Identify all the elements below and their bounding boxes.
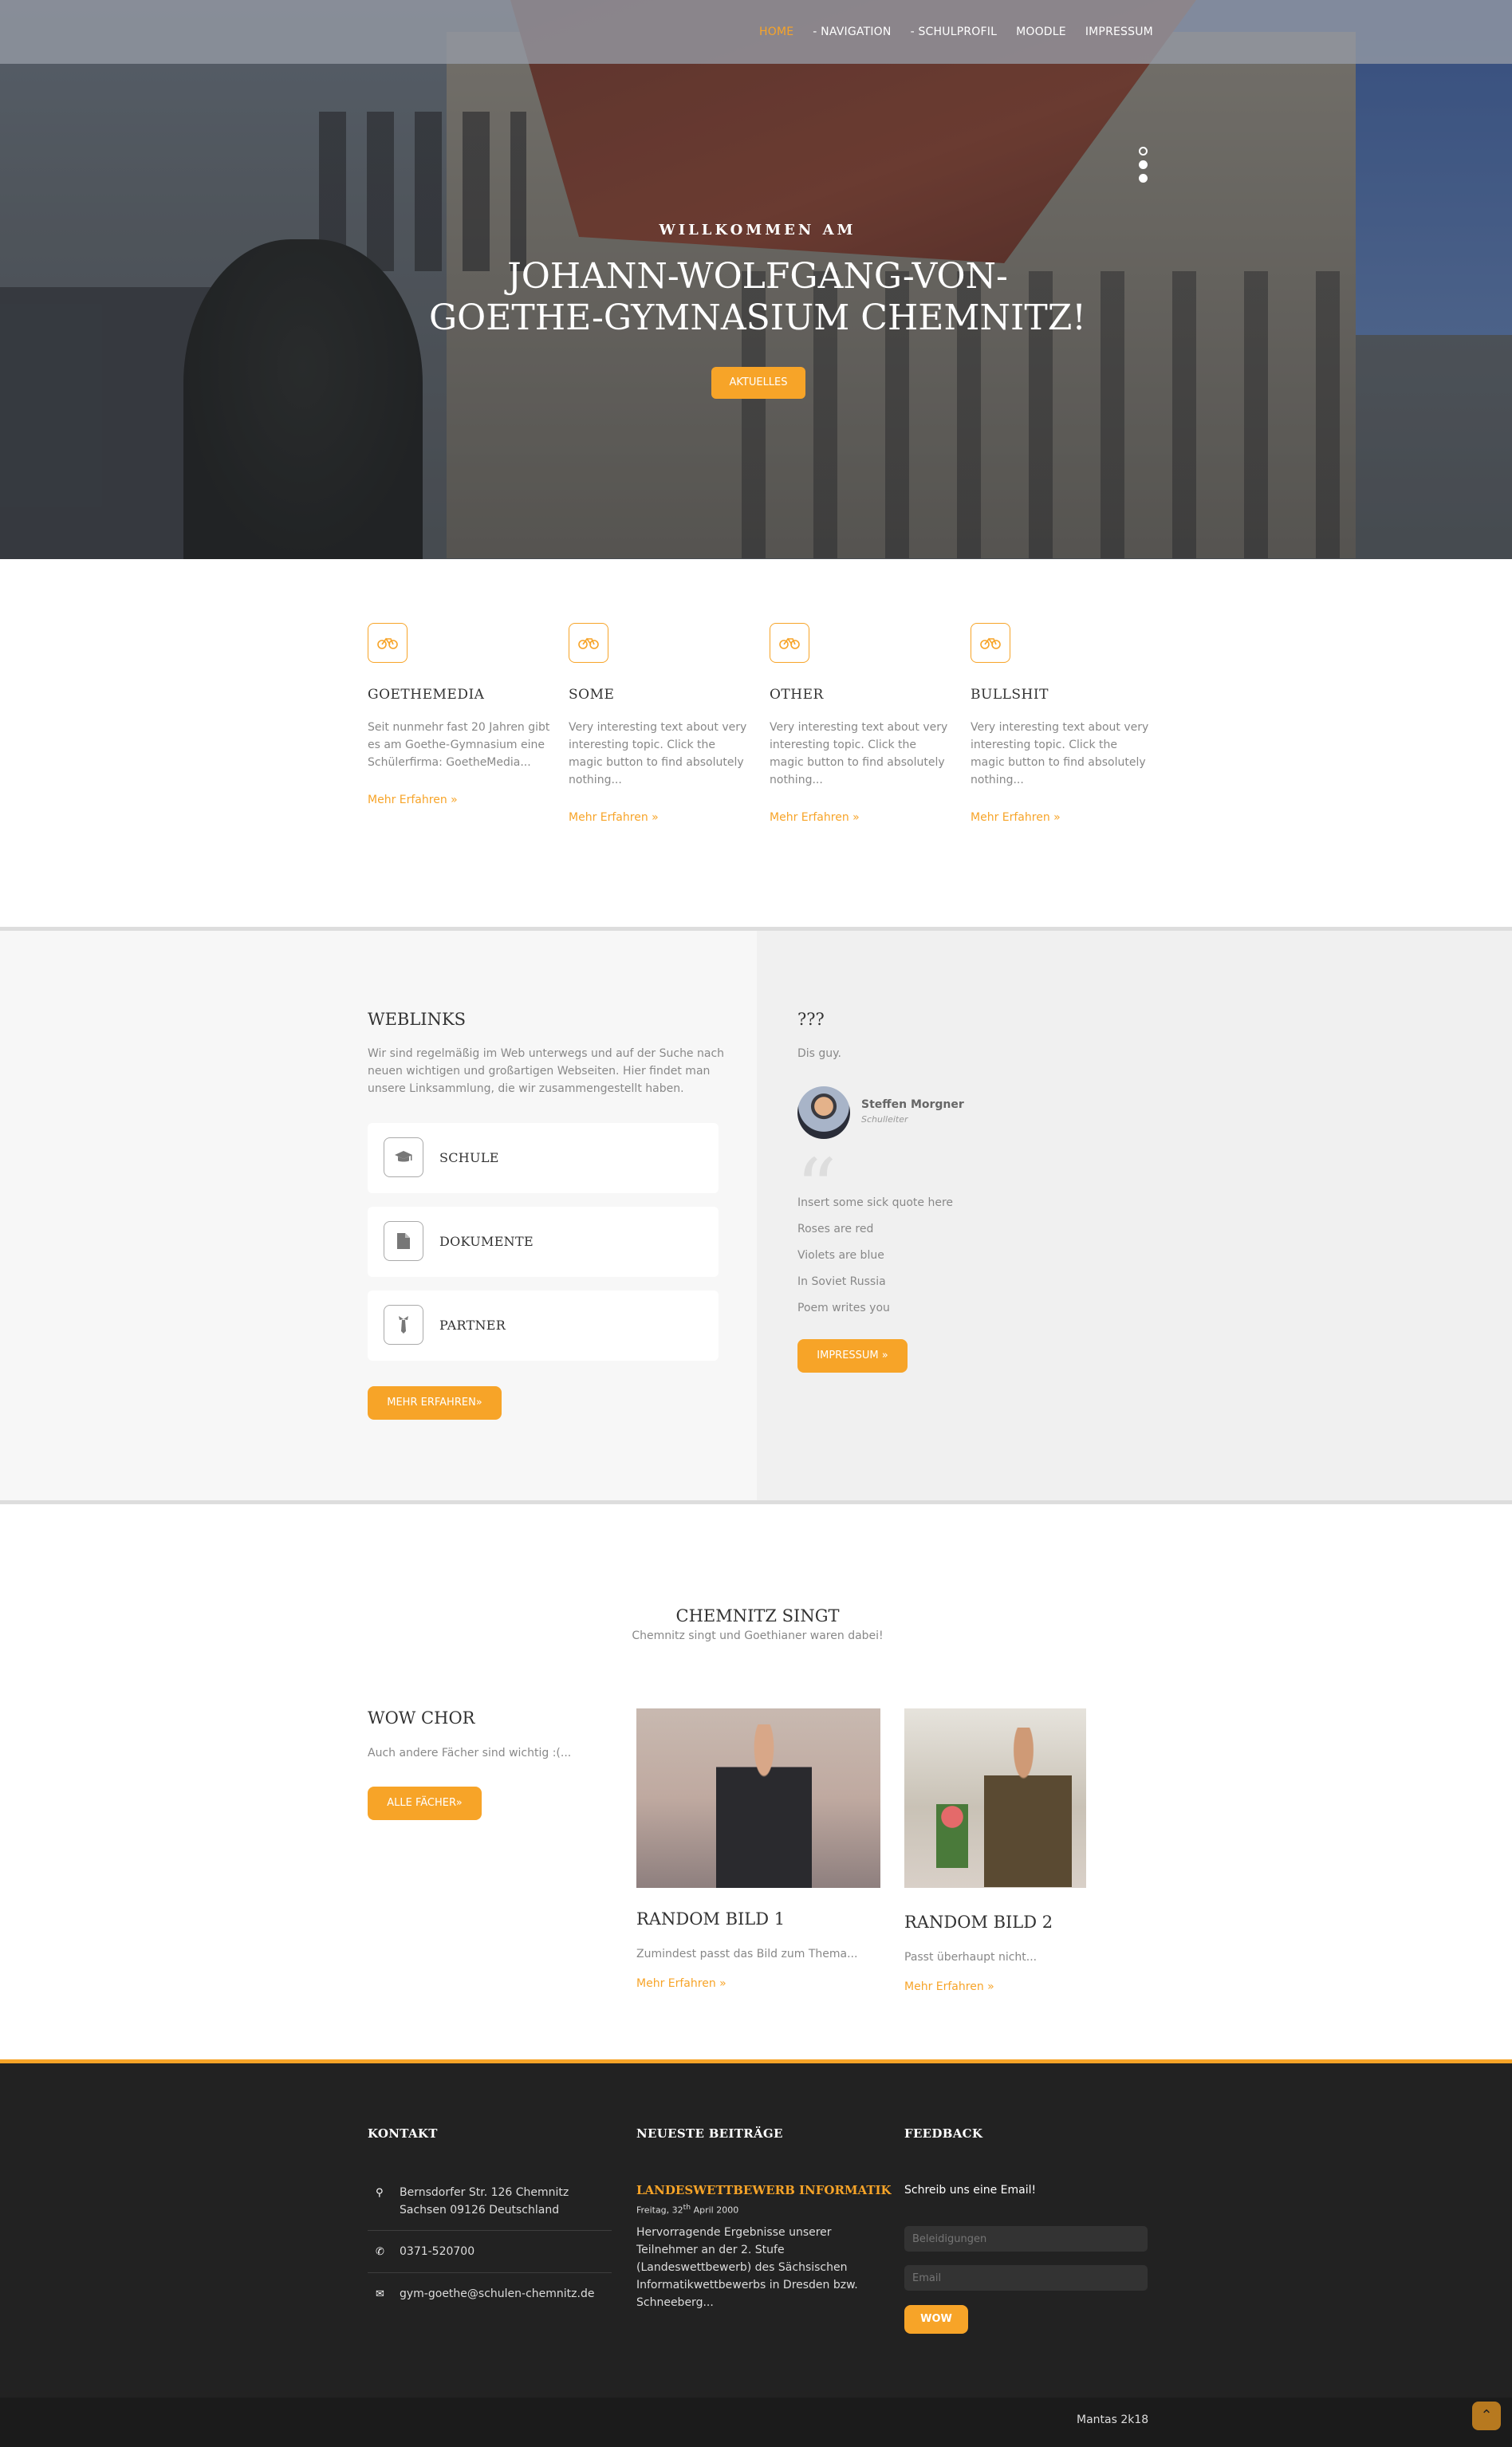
hero-kicker: WILLKOMMEN AM [659,222,856,238]
random-bild-title: RANDOM BILD 1 [636,1909,786,1929]
nav-home[interactable]: HOME [759,26,793,38]
mehr-erfahren-button[interactable]: MEHR ERFAHREN» [368,1386,502,1420]
feature-text: Very interesting text about very interes… [770,721,948,786]
feature-other: OTHER Very interesting text about very i… [770,623,953,824]
hero-section: HOME - NAVIGATION - SCHULPROFIL MOODLE I… [0,0,1512,559]
random-bild-text: Zumindest passt das Bild zum Thema... [636,1948,858,1960]
hero-heading: WILLKOMMEN AM JOHANN-WOLFGANG-VON- GOETH… [0,222,1512,339]
quote-section [757,931,1512,1501]
feature-title: OTHER [770,687,824,703]
feature-link[interactable]: Mehr Erfahren » [971,811,1154,824]
scroll-top-button[interactable]: ⌃ [1472,2402,1501,2430]
feature-title: BULLSHIT [971,687,1049,703]
post-text: Hervorragende Ergebnisse unserer Teilneh… [636,2226,858,2309]
cycle-icon [971,623,1010,663]
news-title: NEUESTE BEITRÄGE [636,2126,783,2141]
bottom-bar [0,2398,1512,2447]
wow-chor-title: WOW CHOR [368,1708,475,1728]
quote-title: ??? [797,1010,825,1029]
avatar [797,1086,850,1139]
feature-title: SOME [569,687,615,703]
random-bild-link[interactable]: Mehr Erfahren » [904,1980,994,1993]
link-label: DOKUMENTE [439,1234,534,1249]
section-divider [0,1500,1512,1504]
quote-mark-icon: “ [796,1141,837,1235]
feature-some: SOME Very interesting text about very in… [569,623,752,824]
email-input[interactable] [904,2265,1148,2291]
insults-input[interactable] [904,2226,1148,2252]
quote-line: Poem writes you [797,1302,890,1314]
random-bild-2-image[interactable] [904,1708,1086,1888]
alle-faecher-button[interactable]: ALLE FÄCHER» [368,1787,482,1820]
quote-subtitle: Dis guy. [797,1047,841,1060]
phone-icon: ✆ [376,2246,384,2258]
nav-schulprofil[interactable]: - SCHULPROFIL [911,26,998,38]
graduation-cap-icon [384,1137,423,1177]
feedback-title: FEEDBACK [904,2126,983,2141]
weblinks-title: WEBLINKS [368,1010,467,1029]
link-label: SCHULE [439,1150,499,1165]
email-row: ✉ gym-goethe@schulen-chemnitz.de [368,2285,612,2303]
person-name: Steffen Morgner [861,1098,964,1111]
feature-link[interactable]: Mehr Erfahren » [770,811,953,824]
slider-dot-2[interactable] [1139,160,1148,169]
envelope-icon: ✉ [376,2288,384,2300]
random-bild-link[interactable]: Mehr Erfahren » [636,1977,726,1990]
cycle-icon [770,623,809,663]
feature-text: Very interesting text about very interes… [971,721,1149,786]
hero-title: JOHANN-WOLFGANG-VON- GOETHE-GYMNASIUM CH… [429,256,1086,338]
impressum-button[interactable]: IMPRESSUM » [797,1339,908,1373]
section-subtitle: Chemnitz singt und Goethianer waren dabe… [632,1629,884,1642]
feature-goethemedia: GOETHEMEDIA Seit nunmehr fast 20 Jahren … [368,623,551,806]
aktuelles-button[interactable]: AKTUELLES [711,367,805,399]
phone-row: ✆ 0371-520700 [368,2243,612,2260]
chevron-up-icon: ⌃ [1480,2407,1493,2424]
link-schule[interactable]: SCHULE [368,1123,719,1193]
credit-text: Mantas 2k18 [1077,2414,1149,2426]
cycle-icon [368,623,408,663]
tie-icon [384,1305,423,1345]
quote-line: In Soviet Russia [797,1275,886,1288]
feedback-text: Schreib uns eine Email! [904,2184,1037,2197]
random-bild-text: Passt überhaupt nicht... [904,1951,1038,1964]
map-marker-icon: ⚲ [376,2187,384,2199]
top-navbar: HOME - NAVIGATION - SCHULPROFIL MOODLE I… [0,0,1512,64]
quote-line: Violets are blue [797,1249,884,1262]
feature-text: Seit nunmehr fast 20 Jahren gibt es am G… [368,721,550,769]
feature-link[interactable]: Mehr Erfahren » [368,794,551,806]
main-nav: HOME - NAVIGATION - SCHULPROFIL MOODLE I… [759,26,1172,38]
quote-line: Roses are red [797,1223,874,1235]
slider-dots [1139,147,1148,187]
slider-dot-3[interactable] [1139,174,1148,183]
feature-bullshit: BULLSHIT Very interesting text about ver… [971,623,1154,824]
kontakt-title: KONTAKT [368,2126,438,2141]
random-bild-1-image[interactable] [636,1708,880,1888]
nav-impressum[interactable]: IMPRESSUM [1085,26,1153,38]
person-role: Schulleiter [861,1114,908,1125]
post-title[interactable]: LANDESWETTBEWERB INFORMATIK [636,2183,892,2197]
wow-submit-button[interactable]: WOW [904,2305,968,2334]
section-title: CHEMNITZ SINGT [675,1606,840,1625]
link-dokumente[interactable]: DOKUMENTE [368,1207,719,1277]
address-row: ⚲ Bernsdorfer Str. 126 Chemnitz Sachsen … [376,2186,569,2216]
nav-moodle[interactable]: MOODLE [1016,26,1066,38]
feature-title: GOETHEMEDIA [368,687,485,703]
feature-link[interactable]: Mehr Erfahren » [569,811,752,824]
nav-navigation[interactable]: - NAVIGATION [813,26,891,38]
link-partner[interactable]: PARTNER [368,1290,719,1361]
link-label: PARTNER [439,1318,506,1333]
post-date: Freitag, 32th April 2000 [636,2203,739,2216]
slider-dot-1[interactable] [1139,147,1148,156]
feature-text: Very interesting text about very interes… [569,721,747,786]
document-icon [384,1221,423,1261]
quote-line: Insert some sick quote here [797,1196,954,1209]
weblinks-text: Wir sind regelmäßig im Web unterwegs und… [368,1047,725,1095]
cycle-icon [569,623,608,663]
features-section: GOETHEMEDIA Seit nunmehr fast 20 Jahren … [0,559,1512,928]
random-bild-title: RANDOM BILD 2 [904,1913,1053,1932]
wow-chor-text: Auch andere Fächer sind wichtig :(... [368,1747,572,1759]
